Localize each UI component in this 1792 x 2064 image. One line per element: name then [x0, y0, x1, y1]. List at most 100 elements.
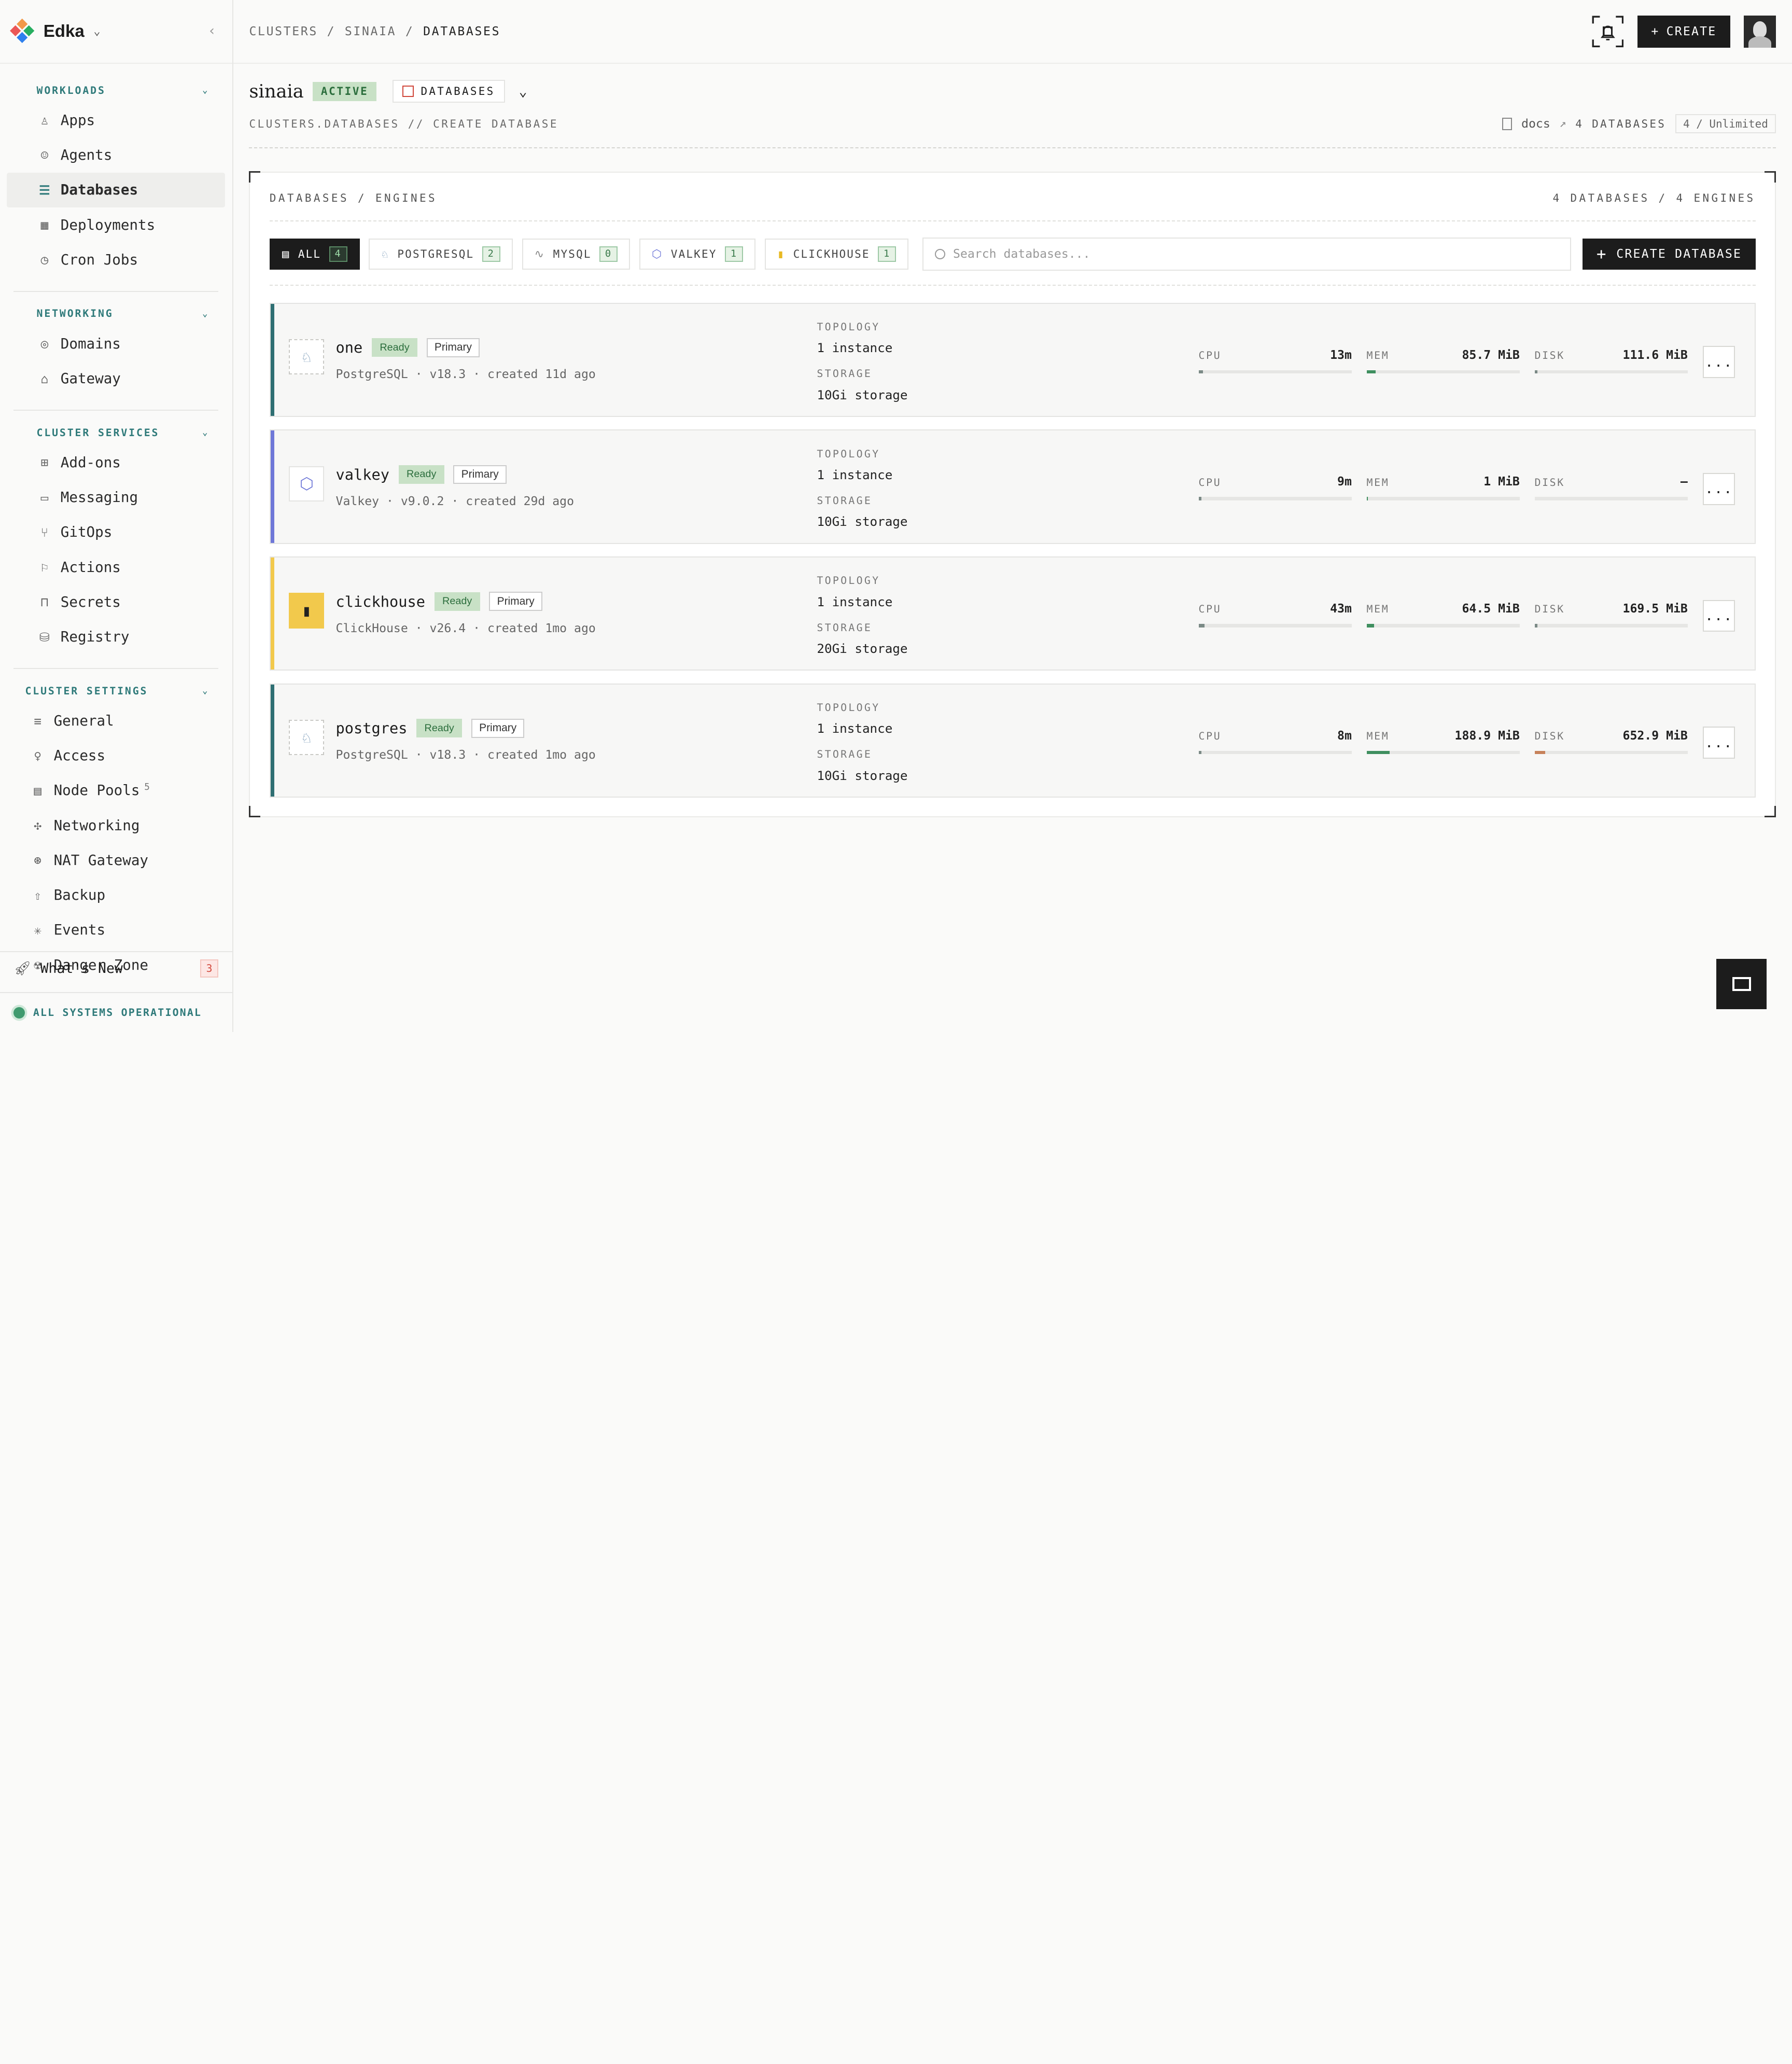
database-row[interactable]: ♘ postgres Ready Primary PostgreSQL · v18.3 … [269, 683, 1756, 798]
search-icon [934, 249, 945, 260]
section-header[interactable]: NETWORKING ⌄ [0, 301, 232, 326]
plus-icon: + [1596, 245, 1607, 264]
breadcrumb-clusters[interactable]: CLUSTERS [249, 25, 318, 38]
divider [269, 284, 1756, 286]
create-button[interactable]: + CREATE [1637, 15, 1730, 48]
sidebar-item-networking[interactable]: ✣ Networking [7, 808, 225, 843]
divider [269, 220, 1756, 221]
database-row[interactable]: ♘ one Ready Primary PostgreSQL · v18.3 · cre… [269, 302, 1756, 417]
row-accent-bar [270, 684, 274, 797]
person-icon: ♙ [40, 113, 49, 128]
search-placeholder: Search databases... [953, 247, 1090, 261]
sidebar-item-databases[interactable]: ☰ Databases [7, 172, 226, 207]
section-header[interactable]: WORKLOADS ⌄ [0, 78, 232, 103]
section-header[interactable]: CLUSTER SETTINGS ⌄ [0, 678, 232, 703]
page-subtitle: CLUSTERS.DATABASES // CREATE DATABASE [249, 118, 558, 130]
workspace-switcher[interactable]: Edka ⌄ [0, 0, 232, 64]
sidebar-item-cron-jobs[interactable]: ◷ Cron Jobs [7, 242, 225, 277]
storage-label: STORAGE [817, 368, 873, 380]
sidebar-item-backup[interactable]: ⇧ Backup [7, 878, 225, 913]
notifications-button[interactable] [1592, 16, 1624, 48]
filter-chips: ▤ ALL 4 ♘ POSTGRESQL 2 ∿ MYSQL 0 ⬡ VALKEY 1 ▮ CLICKHO… [269, 239, 909, 270]
topology-value: 1 instance [817, 340, 893, 356]
disk-label: DISK [1534, 603, 1565, 616]
system-status[interactable]: ALL SYSTEMS OPERATIONAL [0, 992, 232, 1032]
disk-label: DISK [1534, 730, 1565, 742]
ready-badge: Ready [371, 338, 418, 357]
git-icon: ⑂ [40, 524, 49, 540]
external-link-icon: ↗ [1559, 117, 1566, 131]
mem-label: MEM [1366, 350, 1390, 361]
database-title: one Ready Primary [336, 338, 480, 357]
sidebar-item-label: Add-ons [60, 454, 121, 471]
divider [249, 147, 1776, 149]
sidebar-item-actions[interactable]: ⚐ Actions [7, 550, 225, 584]
more-options-button[interactable]: ... [1703, 599, 1735, 632]
filter-valkey[interactable]: ⬡ VALKEY 1 [639, 239, 756, 270]
section-header[interactable]: CLUSTER SERVICES ⌄ [0, 420, 232, 445]
chevron-down-icon[interactable]: ⌄ [519, 83, 527, 100]
section-selector[interactable]: DATABASES [392, 80, 506, 103]
database-title: postgres Ready Primary [336, 718, 525, 738]
user-avatar[interactable] [1744, 15, 1776, 48]
whats-new-link[interactable]: 🚀︎ What's New 3 [0, 951, 232, 985]
filter-label: MYSQL [553, 248, 592, 261]
filter-all[interactable]: ▤ ALL 4 [269, 239, 360, 270]
sidebar-item-add-ons[interactable]: ⊞ Add-ons [7, 445, 225, 480]
sliders-icon: ≡ [34, 713, 42, 729]
create-database-button[interactable]: + CREATE DATABASE [1583, 239, 1756, 270]
sidebar-item-domains[interactable]: ◎ Domains [7, 326, 225, 361]
sidebar-item-gitops[interactable]: ⑂ GitOps [7, 515, 225, 550]
agent-icon: ☺ [40, 147, 49, 163]
mem-value: 1 MiB [1483, 475, 1520, 489]
edka-logo-icon [9, 18, 35, 44]
breadcrumb-sinaia[interactable]: SINAIA [345, 25, 396, 38]
mem-usage-fill [1366, 370, 1376, 374]
mem-value: 85.7 MiB [1462, 348, 1520, 362]
create-database-label: CREATE DATABASE [1616, 247, 1742, 261]
created-time: created 11d ago [487, 368, 596, 382]
bell-icon [1592, 16, 1623, 48]
storage-label: STORAGE [817, 494, 873, 507]
sidebar-item-nat-gateway[interactable]: ⊛ NAT Gateway [7, 843, 225, 877]
more-options-button[interactable]: ... [1703, 346, 1735, 379]
sidebar-item-label: Access [53, 747, 106, 764]
filter-clickhouse[interactable]: ▮ CLICKHOUSE 1 [764, 239, 909, 270]
filter-count: 1 [725, 246, 744, 262]
topology-label: TOPOLOGY [817, 575, 880, 587]
sidebar-item-gateway[interactable]: ⌂ Gateway [7, 361, 225, 396]
sidebar-item-deployments[interactable]: ▦ Deployments [7, 207, 225, 242]
database-meta: PostgreSQL · v18.3 · created 1mo ago [335, 748, 596, 762]
sidebar-item-apps[interactable]: ♙ Apps [7, 103, 225, 137]
search-input[interactable]: Search databases... [922, 238, 1572, 271]
sidebar-item-registry[interactable]: ⛁ Registry [7, 619, 225, 654]
docs-link[interactable]: docs [1521, 117, 1550, 131]
chat-button[interactable] [1716, 959, 1767, 1010]
sidebar-item-messaging[interactable]: ▭ Messaging [7, 480, 225, 515]
disk-usage-fill [1534, 623, 1538, 627]
filter-mysql[interactable]: ∿ MYSQL 0 [522, 239, 631, 270]
topology-value: 1 instance [817, 594, 893, 609]
database-name[interactable]: postgres [336, 719, 408, 737]
filter-postgresql[interactable]: ♘ POSTGRESQL 2 [369, 239, 513, 270]
sidebar-item-label: Apps [60, 111, 95, 129]
database-name[interactable]: valkey [336, 466, 389, 483]
database-name[interactable]: one [336, 339, 363, 356]
storage-label: STORAGE [817, 621, 873, 634]
disk-usage-fill [1534, 370, 1538, 374]
sidebar-item-node-pools[interactable]: ▤ Node Pools 5 [7, 773, 225, 808]
more-options-button[interactable]: ... [1703, 727, 1735, 759]
sidebar-item-agents[interactable]: ☺ Agents [7, 138, 225, 173]
cpu-value: 43m [1330, 602, 1352, 616]
database-name[interactable]: clickhouse [336, 593, 425, 610]
databases-panel: DATABASES / ENGINES 4 DATABASES / 4 ENGI… [249, 171, 1776, 818]
sidebar-item-general[interactable]: ≡ General [7, 703, 225, 738]
database-row[interactable]: ▮ clickhouse Ready Primary ClickHouse · v26.… [269, 556, 1756, 671]
sidebar-item-events[interactable]: ✳ Events [7, 913, 225, 947]
more-options-button[interactable]: ... [1703, 473, 1735, 505]
dolphin-icon: ∿ [534, 247, 545, 261]
database-row[interactable]: ⬡ valkey Ready Primary Valkey · v9.0.2 · cre… [269, 429, 1756, 544]
sidebar-item-secrets[interactable]: ⊓ Secrets [7, 584, 225, 619]
sidebar-item-access[interactable]: ♀ Access [7, 738, 225, 773]
collapse-sidebar-icon[interactable]: ‹ [208, 23, 216, 39]
